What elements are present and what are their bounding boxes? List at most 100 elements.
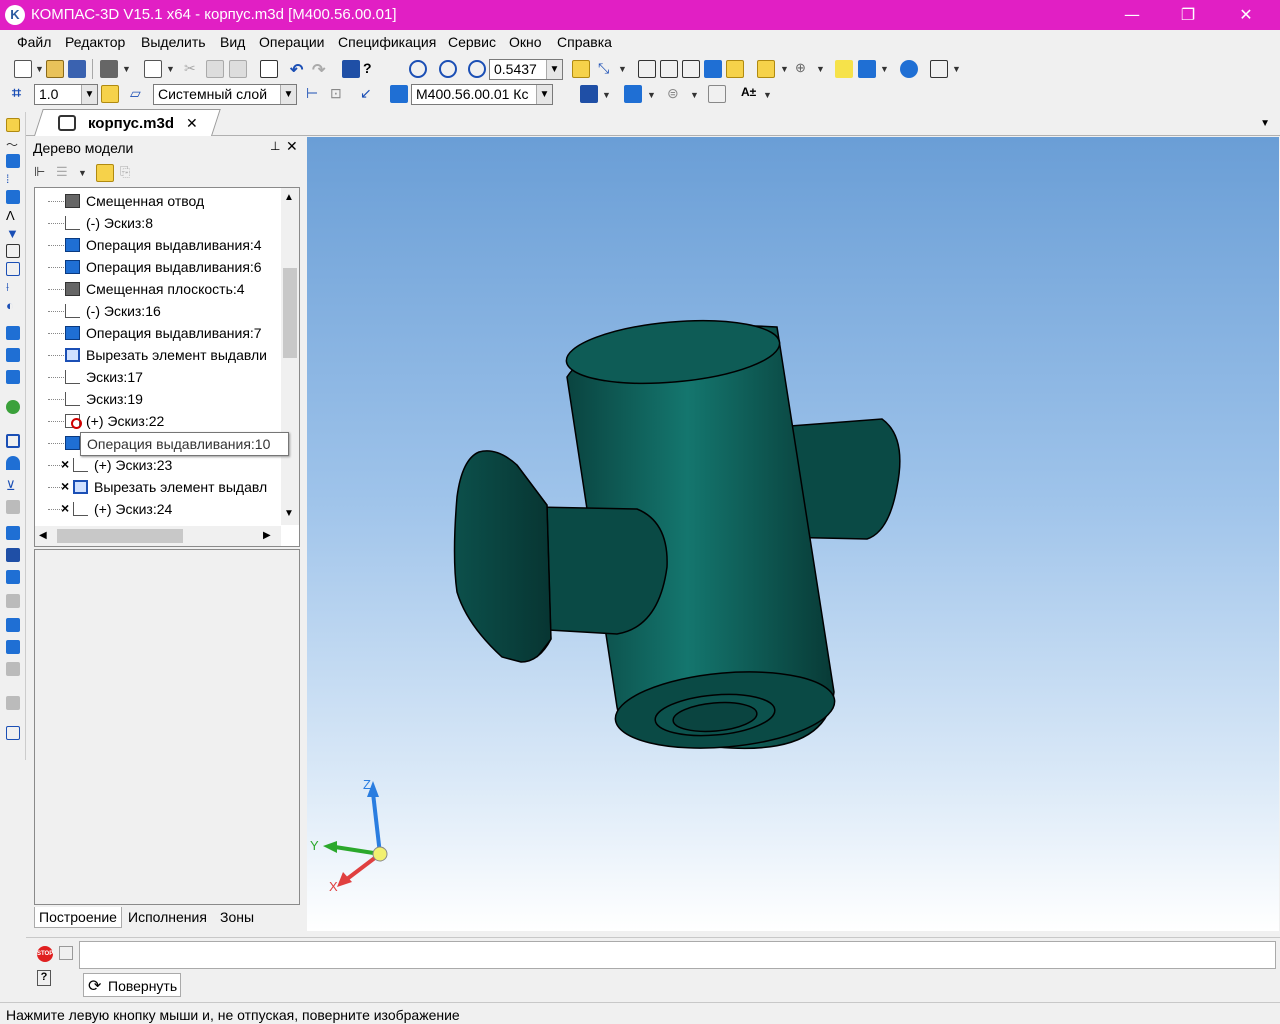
- selection-filter-icon[interactable]: ⊕: [795, 60, 813, 78]
- chevron-down-icon[interactable]: ▼: [78, 168, 87, 178]
- close-icon[interactable]: ✕: [286, 138, 298, 155]
- wireframe-icon[interactable]: [638, 60, 656, 78]
- manager-icon[interactable]: [342, 60, 360, 78]
- zoom-icon[interactable]: [468, 60, 486, 78]
- lamp-icon[interactable]: ⊜: [667, 85, 685, 103]
- filter-icon[interactable]: [757, 60, 775, 78]
- tree-item[interactable]: Эскиз:17: [35, 366, 277, 388]
- layer-icon[interactable]: ▱: [130, 85, 148, 103]
- restore-icon[interactable]: ❐: [1168, 4, 1208, 26]
- menu-service[interactable]: Сервис: [448, 34, 496, 50]
- chamfer-icon[interactable]: [6, 548, 20, 562]
- hole-icon[interactable]: [6, 570, 20, 584]
- chevron-down-icon[interactable]: ▼: [280, 85, 296, 104]
- filter-funnel-icon[interactable]: ▼: [6, 226, 20, 241]
- rib-icon[interactable]: [6, 594, 20, 608]
- tabs-list-chevron-icon[interactable]: ▼: [1260, 118, 1270, 129]
- chevron-down-icon[interactable]: ▼: [780, 64, 789, 74]
- layer-combo[interactable]: Системный слой ▼: [153, 84, 297, 105]
- material-icon[interactable]: [624, 85, 642, 103]
- menu-operations[interactable]: Операции: [259, 34, 325, 50]
- properties-icon[interactable]: [260, 60, 278, 78]
- loft-op-icon[interactable]: [6, 400, 20, 414]
- designation-combo[interactable]: M400.56.00.01 Кс ▼: [411, 84, 553, 105]
- close-icon[interactable]: ✕: [1226, 4, 1266, 26]
- menu-view[interactable]: Вид: [220, 34, 245, 50]
- view-orientation-icon[interactable]: [858, 60, 876, 78]
- horizontal-scrollbar[interactable]: ◀ ▶: [35, 526, 281, 546]
- tree-item[interactable]: × (+) Эскиз:23: [35, 454, 277, 476]
- help-pointer-icon[interactable]: ?: [363, 60, 381, 78]
- chevron-down-icon[interactable]: ▼: [880, 64, 889, 74]
- menu-file[interactable]: Файл: [17, 34, 51, 50]
- fillet-icon[interactable]: [6, 526, 20, 540]
- calculator-icon[interactable]: [930, 60, 948, 78]
- document-tab[interactable]: корпус.m3d ✕: [34, 113, 214, 135]
- tree-item[interactable]: Эскиз:19: [35, 388, 277, 410]
- menu-window[interactable]: Окно: [509, 34, 542, 50]
- lock-icon[interactable]: [6, 696, 20, 710]
- tree-item[interactable]: Операция выдавливания:4: [35, 234, 277, 256]
- chevron-down-icon[interactable]: ▼: [602, 90, 611, 100]
- chevron-down-icon[interactable]: ▼: [690, 90, 699, 100]
- stop-icon[interactable]: STOP: [37, 946, 53, 962]
- cube-icon[interactable]: [835, 60, 853, 78]
- tree-item[interactable]: Операция выдавливания:7: [35, 322, 277, 344]
- model-render[interactable]: Z Y X: [307, 137, 1279, 931]
- designation-icon[interactable]: [390, 85, 408, 103]
- cut-kinematic-op-icon[interactable]: ⊻: [6, 478, 20, 493]
- local-cs-icon[interactable]: ⊡: [330, 85, 348, 103]
- tab-build[interactable]: Построение: [34, 907, 122, 928]
- mates-icon[interactable]: ⟊: [6, 280, 20, 294]
- rotate-icon[interactable]: [572, 60, 590, 78]
- open-folder-icon[interactable]: [46, 60, 64, 78]
- show-order-icon[interactable]: [96, 164, 114, 182]
- extrude-op-icon[interactable]: [6, 326, 20, 340]
- tree-structure-icon[interactable]: ⊩: [34, 164, 52, 182]
- kinematic-op-icon[interactable]: [6, 370, 20, 384]
- menu-select[interactable]: Выделить: [141, 34, 206, 50]
- coordinate-system-icon[interactable]: ⊢: [306, 85, 324, 103]
- undo-icon[interactable]: ↶: [290, 60, 308, 79]
- preview-icon[interactable]: [144, 60, 162, 78]
- table-icon[interactable]: [708, 85, 726, 103]
- chevron-down-icon[interactable]: ▼: [81, 85, 97, 104]
- step-combo[interactable]: 1.0 ▼: [34, 84, 98, 105]
- tree-item[interactable]: Операция выдавливания:6: [35, 256, 277, 278]
- chevron-down-icon[interactable]: ▼: [647, 90, 656, 100]
- scroll-right-icon[interactable]: ▶: [263, 530, 271, 541]
- tree-filter-icon[interactable]: ⎘: [120, 164, 138, 182]
- chevron-down-icon[interactable]: ▼: [618, 64, 627, 74]
- zoom-window-icon[interactable]: [409, 60, 427, 78]
- new-file-icon[interactable]: [14, 60, 32, 78]
- tree-item[interactable]: Смещенная отвод: [35, 190, 277, 212]
- orientation-arrow-icon[interactable]: ↙: [360, 85, 378, 103]
- chevron-down-icon[interactable]: ▼: [952, 64, 961, 74]
- library-icon[interactable]: [6, 726, 20, 740]
- tree-view-icon[interactable]: ☰: [56, 164, 74, 182]
- shaded-icon[interactable]: [704, 60, 722, 78]
- zoom-combo[interactable]: 0.5437 ▼: [489, 59, 563, 80]
- rotate-button[interactable]: ⟳ Повернуть: [83, 973, 181, 997]
- scroll-thumb[interactable]: [57, 529, 183, 543]
- chevron-down-icon[interactable]: ▼: [35, 64, 44, 74]
- snap-icon[interactable]: [101, 85, 119, 103]
- scroll-down-icon[interactable]: ▼: [284, 508, 294, 519]
- report-icon[interactable]: [6, 262, 20, 276]
- panel-options-icon[interactable]: [59, 946, 73, 960]
- cut-icon[interactable]: ✂: [184, 60, 202, 78]
- tree-item[interactable]: × (+) Эскиз:24: [35, 498, 277, 520]
- surface-icon[interactable]: [6, 154, 20, 168]
- minimize-icon[interactable]: —: [1112, 4, 1152, 26]
- model-viewport[interactable]: Z Y X: [307, 137, 1279, 931]
- split-icon[interactable]: [6, 662, 20, 676]
- shaded-edges-icon[interactable]: [726, 60, 744, 78]
- detail-icon[interactable]: [580, 85, 598, 103]
- text-style-icon[interactable]: A±: [741, 85, 759, 103]
- help-icon[interactable]: ?: [37, 970, 51, 986]
- tree-item[interactable]: Вырезать элемент выдавли: [35, 344, 277, 366]
- print-icon[interactable]: [100, 60, 118, 78]
- paste-icon[interactable]: [229, 60, 247, 78]
- command-input[interactable]: [79, 941, 1276, 969]
- menu-help[interactable]: Справка: [557, 34, 612, 50]
